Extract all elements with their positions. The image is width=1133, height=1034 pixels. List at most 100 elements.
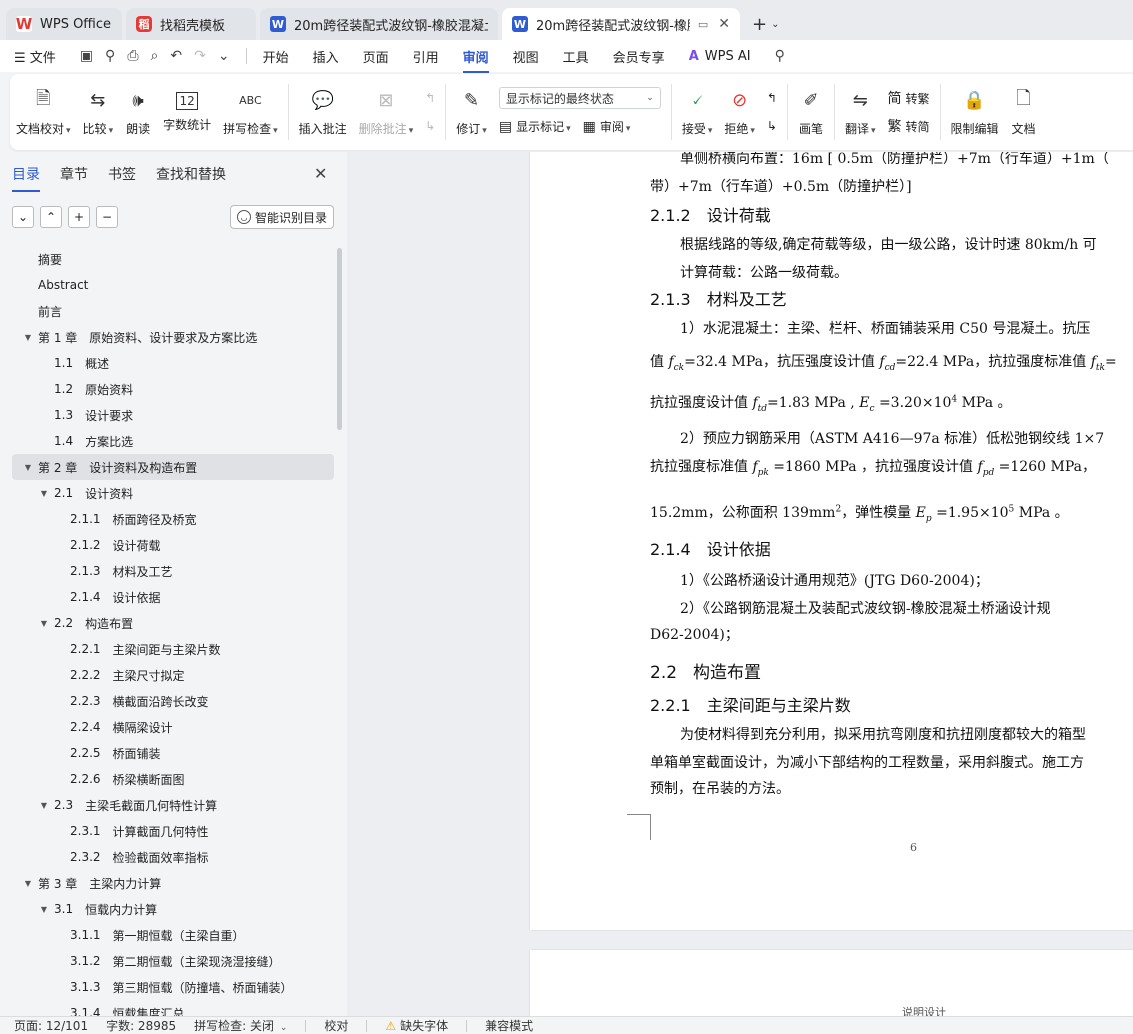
to-simplified-button[interactable]: 繁转简 [888, 112, 930, 140]
menu-member[interactable]: 会员专享 [613, 47, 665, 66]
toc-item[interactable]: 2.2.5 桥面铺装 [12, 740, 334, 766]
tab-bookmarks[interactable]: 书签 [108, 164, 136, 184]
file-menu[interactable]: ☰ 文件 [14, 47, 56, 66]
menu-review[interactable]: 审阅 [462, 47, 489, 73]
menu-home[interactable]: 开始 [263, 47, 289, 66]
toc-item[interactable]: 1.4 方案比选 [12, 428, 334, 454]
toc-item[interactable]: ▼ 2.3 主梁毛截面几何特性计算 [12, 792, 334, 818]
prev-comment-icon[interactable]: ↰ [425, 84, 435, 112]
new-tab-button[interactable]: + ⌄ [744, 8, 787, 40]
translate-button[interactable]: ⇋ 翻译 ▾ [839, 79, 882, 145]
save-icon[interactable]: ▣ [80, 48, 93, 64]
close-pane-icon[interactable]: ✕ [314, 164, 327, 183]
toc-item[interactable]: 2.2.6 桥梁横断面图 [12, 766, 334, 792]
share-icon[interactable]: ⚲ [105, 48, 115, 64]
toc-item[interactable]: 2.2.3 横截面沿跨长改变 [12, 688, 334, 714]
toc-scrollbar[interactable] [337, 248, 342, 430]
remove-heading-icon[interactable]: − [96, 206, 118, 228]
toc-item[interactable]: Abstract [12, 272, 334, 298]
expand-toggle-icon[interactable]: ▼ [38, 801, 50, 810]
toc-item[interactable]: ▼ 3.1 恒载内力计算 [12, 896, 334, 922]
revise-button[interactable]: ✎ 修订 ▾ [450, 79, 493, 145]
toc-item[interactable]: 2.1.4 设计依据 [12, 584, 334, 610]
toc-item[interactable]: ▼ 2.2 构造布置 [12, 610, 334, 636]
review-pane-button[interactable]: ▦ 审阅 ▾ [583, 118, 631, 135]
word-count-indicator[interactable]: 字数: 28985 [106, 1017, 176, 1034]
expand-all-icon[interactable]: ⌄ [12, 206, 34, 228]
toc-item[interactable]: 2.1.2 设计荷载 [12, 532, 334, 558]
document-area[interactable]: 单侧桥横向布置：16m [ 0.5m（防撞护栏）+7m（行车道）+1m（ 带）+… [347, 152, 1133, 1016]
search-icon[interactable]: ⚲ [775, 48, 785, 64]
menu-insert[interactable]: 插入 [313, 47, 339, 66]
next-comment-icon[interactable]: ↳ [425, 112, 435, 140]
toc-item[interactable]: 1.2 原始资料 [12, 376, 334, 402]
toc-item[interactable]: 3.1.1 第一期恒载（主梁自重） [12, 922, 334, 948]
prev-change-icon[interactable]: ↰ [767, 84, 777, 112]
doc-check-button[interactable]: 🗎 文档校对 ▾ [10, 79, 77, 145]
toc-item[interactable]: 前言 [12, 298, 334, 324]
spell-check-button[interactable]: ABC 拼写检查 ▾ [217, 79, 284, 145]
tab-sections[interactable]: 章节 [60, 164, 88, 184]
menu-view[interactable]: 视图 [513, 47, 539, 66]
show-markup-button[interactable]: ▤ 显示标记 ▾ [499, 118, 571, 135]
expand-toggle-icon[interactable]: ▼ [22, 879, 34, 888]
toc-item[interactable]: 2.3.2 检验截面效率指标 [12, 844, 334, 870]
tab-doc-2[interactable]: W 20m跨径装配式波纹钢-橡胶混 ▭ ✕ [502, 8, 740, 40]
expand-toggle-icon[interactable]: ▼ [38, 905, 50, 914]
restrict-edit-button[interactable]: 🔒 限制编辑 [945, 79, 1005, 145]
chevron-down-icon[interactable]: ⌄ [771, 19, 779, 30]
doc-permission-button[interactable]: 🗋 文档 [1005, 79, 1043, 145]
toc-item[interactable]: 3.1.2 第二期恒载（主梁现浇湿接缝） [12, 948, 334, 974]
tab-doc-1[interactable]: W 20m跨径装配式波纹钢-橡胶混凝土组 [260, 8, 498, 40]
tab-find-replace[interactable]: 查找和替换 [156, 164, 226, 184]
expand-toggle-icon[interactable]: ▼ [38, 489, 50, 498]
pen-button[interactable]: ✐ 画笔 [792, 79, 830, 145]
menu-page[interactable]: 页面 [363, 47, 389, 66]
close-tab-icon[interactable]: ✕ [718, 16, 730, 32]
insert-comment-button[interactable]: 💬 插入批注 [293, 79, 353, 145]
toc-item[interactable]: 2.2.4 横隔梁设计 [12, 714, 334, 740]
tab-wps-office[interactable]: W WPS Office [6, 8, 122, 40]
reject-button[interactable]: ⊘ 拒绝 ▾ [718, 79, 761, 145]
word-count-button[interactable]: 12 字数统计 [157, 79, 217, 145]
to-traditional-button[interactable]: 简转繁 [888, 84, 930, 112]
compare-button[interactable]: ⇆ 比较 ▾ [77, 79, 120, 145]
toc-item[interactable]: ▼ 第 2 章设计资料及构造布置 [12, 454, 334, 480]
next-change-icon[interactable]: ↳ [767, 112, 777, 140]
expand-toggle-icon[interactable]: ▼ [38, 619, 50, 628]
tab-daoke[interactable]: 稻 找稻壳模板 [126, 8, 256, 40]
toc-item[interactable]: 2.2.1 主梁间距与主梁片数 [12, 636, 334, 662]
smart-toc-button[interactable]: ◡ 智能识别目录 [230, 205, 334, 229]
expand-toggle-icon[interactable]: ▼ [22, 463, 34, 472]
toc-item[interactable]: ▼ 2.1 设计资料 [12, 480, 334, 506]
proof-indicator[interactable]: 校对 [324, 1017, 348, 1034]
undo-icon[interactable]: ↶ [170, 48, 182, 64]
delete-comment-button[interactable]: ⊠ 删除批注 ▾ [353, 79, 420, 145]
menu-tools[interactable]: 工具 [563, 47, 589, 66]
redo-icon[interactable]: ↷ [194, 48, 206, 64]
page-indicator[interactable]: 页面: 12/101 [14, 1017, 88, 1034]
toc-item[interactable]: 1.3 设计要求 [12, 402, 334, 428]
toc-item[interactable]: 3.1.3 第三期恒载（防撞墙、桥面铺装） [12, 974, 334, 1000]
expand-toggle-icon[interactable]: ▼ [22, 333, 34, 342]
toc-item[interactable]: 2.2.2 主梁尺寸拟定 [12, 662, 334, 688]
toc-item[interactable]: ▼ 第 1 章原始资料、设计要求及方案比选 [12, 324, 334, 350]
toc-item[interactable]: 2.3.1 计算截面几何特性 [12, 818, 334, 844]
toc-item[interactable]: 2.1.1 桥面跨径及桥宽 [12, 506, 334, 532]
toc-item[interactable]: 2.1.3 材料及工艺 [12, 558, 334, 584]
print-preview-icon[interactable]: ⌕ [151, 48, 159, 64]
tab-toc[interactable]: 目录 [12, 164, 40, 192]
spell-check-indicator[interactable]: 拼写检查: 关闭 ⌄ [194, 1017, 287, 1034]
menu-reference[interactable]: 引用 [413, 47, 439, 66]
quick-access-more-icon[interactable]: ⌄ [218, 48, 230, 64]
toc-item[interactable]: 1.1 概述 [12, 350, 334, 376]
add-heading-icon[interactable]: + [68, 206, 90, 228]
markup-mode-select[interactable]: 显示标记的最终状态 ⌄ [498, 87, 661, 109]
toc-item[interactable]: ▼ 第 3 章主梁内力计算 [12, 870, 334, 896]
collapse-all-icon[interactable]: ⌃ [40, 206, 62, 228]
wps-ai-button[interactable]: A WPS AI [689, 49, 751, 64]
toc-item[interactable]: 摘要 [12, 246, 334, 272]
accept-button[interactable]: 🗸 接受 ▾ [676, 79, 719, 145]
missing-font-indicator[interactable]: ⚠ 缺失字体 [385, 1017, 448, 1034]
read-aloud-button[interactable]: 🕪 朗读 [119, 79, 157, 145]
